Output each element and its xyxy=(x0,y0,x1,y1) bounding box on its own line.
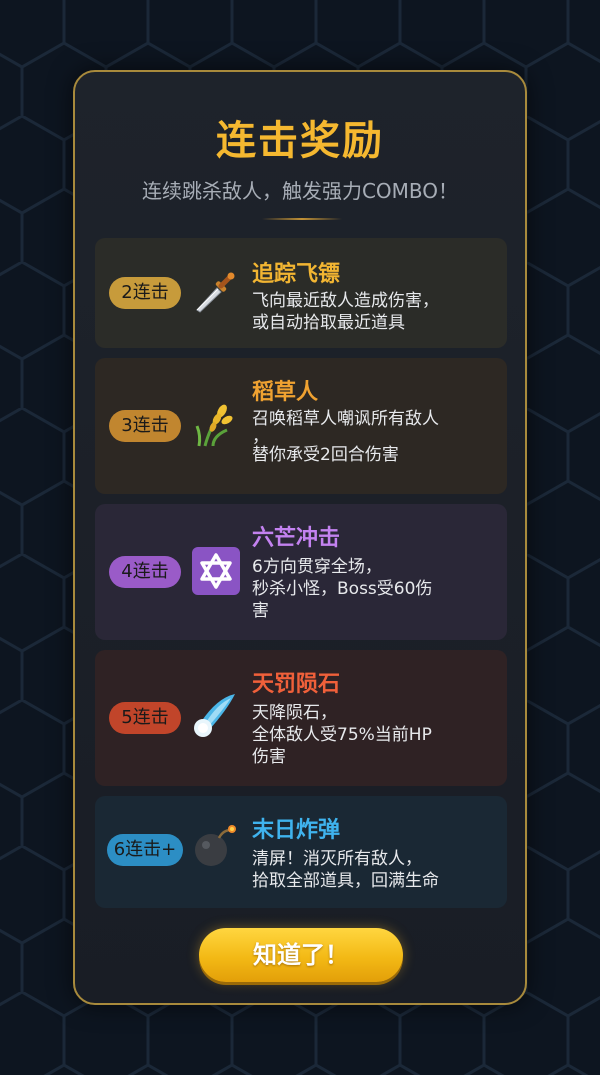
meteor-icon xyxy=(191,692,237,738)
reward-description: 召唤稻草人嘲讽所有敌人 ， 替你承受2回合伤害 xyxy=(252,409,439,465)
reward-description: 飞向最近敌人造成伤害， 或自动拾取最近道具 xyxy=(252,291,439,333)
bomb-icon xyxy=(191,822,237,868)
combo-reward-dialog: 连击奖励 连续跳杀敌人，触发强力COMBO！ 2连击 追踪飞镖 飞向最近敌人造成… xyxy=(73,70,527,1005)
dialog-subtitle: 连续跳杀敌人，触发强力COMBO！ xyxy=(141,179,459,203)
reward-description: 6方向贯穿全场， 秒杀小怪，Boss受60伤 害 xyxy=(252,557,433,621)
reward-name: 天罚陨石 xyxy=(252,672,341,697)
reward-card-3-combo: 3连击 稻草人 召唤稻草人嘲讽所有敌人 ， 替你承受2回合伤害 xyxy=(95,358,507,494)
reward-name: 末日炸弹 xyxy=(252,818,341,843)
dagger-icon xyxy=(191,270,237,316)
reward-description: 清屏！消灭所有敌人， 拾取全部道具，回满生命 xyxy=(252,849,439,891)
reward-card-4-combo: 4连击 六芒冲击 6方向贯穿全场， 秒杀小怪，Boss受60伤 害 xyxy=(95,504,507,640)
dialog-title: 连击奖励 xyxy=(216,118,384,164)
reward-card-6-combo: 6连击+ 末日炸弹 清屏！消灭所有敌人， 拾取全部道具，回满生命 xyxy=(95,796,507,908)
reward-card-5-combo: 5连击 天罚陨石 天降陨石， 全体敌人受75%当前HP 伤害 xyxy=(95,650,507,786)
star-of-david-icon xyxy=(192,547,240,595)
got-it-button[interactable]: 知道了！ xyxy=(199,928,403,982)
reward-name: 稻草人 xyxy=(252,380,319,405)
reward-name: 六芒冲击 xyxy=(252,526,341,551)
reward-name: 追踪飞镖 xyxy=(252,262,341,287)
combo-badge: 5连击 xyxy=(109,702,181,734)
wheat-icon xyxy=(191,402,237,448)
combo-badge: 3连击 xyxy=(109,410,181,442)
combo-badge: 6连击+ xyxy=(107,834,183,866)
reward-card-2-combo: 2连击 追踪飞镖 飞向最近敌人造成伤害， 或自动拾取最近道具 xyxy=(95,238,507,348)
combo-badge: 2连击 xyxy=(109,277,181,309)
combo-badge: 4连击 xyxy=(109,556,181,588)
title-divider xyxy=(262,218,342,220)
reward-description: 天降陨石， 全体敌人受75%当前HP 伤害 xyxy=(252,703,432,767)
